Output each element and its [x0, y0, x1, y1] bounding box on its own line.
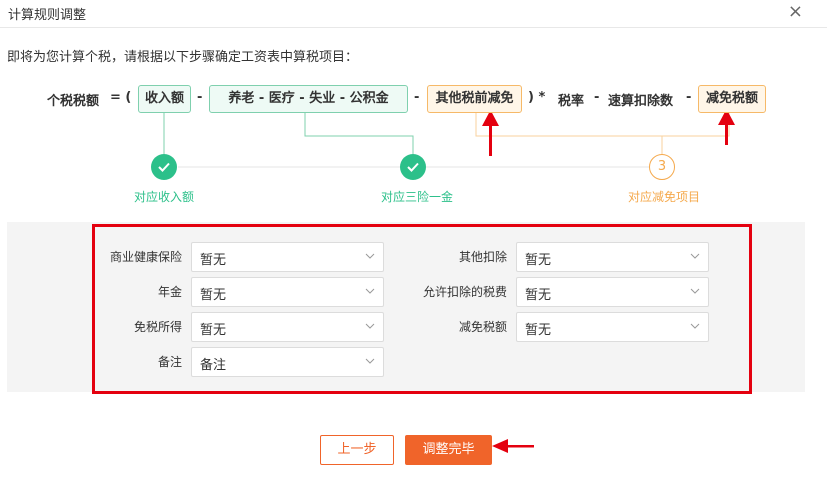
step-2-label: 对应三险一金: [381, 190, 454, 204]
step-1-label: 对应收入额: [134, 190, 195, 204]
connector-insurance: [304, 112, 414, 154]
formula-close-paren: ) *: [528, 90, 546, 105]
connector-exemption: [475, 112, 730, 137]
step-1-circle: [151, 154, 177, 180]
formula-minus-2: -: [414, 90, 420, 105]
finish-adjust-button[interactable]: 调整完毕: [405, 435, 492, 465]
step-3-label: 对应减免项目: [628, 190, 701, 204]
annotation-arrow-1: [482, 110, 499, 156]
tax-formula: 个税税额 = ( 收入额 - 养老 - 医疗 - 失业 - 公积金 - 其他税前…: [0, 83, 827, 115]
formula-other-deduction-box: 其他税前减免: [427, 85, 522, 113]
calc-rule-dialog: 计算规则调整 × 即将为您计算个税，请根据以下步骤确定工资表中算税项目： 个税税…: [0, 0, 827, 489]
formula-income-box: 收入额: [138, 85, 191, 113]
formula-lhs: 个税税额: [47, 94, 100, 109]
formula-quick-deduction: 速算扣除数: [608, 94, 674, 109]
formula-exemption-box: 减免税额: [698, 85, 766, 113]
formula-equals: = (: [110, 90, 132, 105]
annotation-highlight-frame: [92, 224, 752, 394]
formula-rate: 税率: [558, 94, 585, 109]
annotation-arrow-3: [492, 439, 534, 453]
check-icon: [158, 162, 170, 172]
formula-minus-1: -: [197, 90, 203, 105]
step-3-circle: 3: [649, 154, 675, 180]
check-icon: [407, 162, 419, 172]
formula-minus-4: -: [686, 90, 692, 105]
step-2-circle: [400, 154, 426, 180]
formula-minus-3: -: [594, 90, 600, 105]
formula-insurance-box: 养老 - 医疗 - 失业 - 公积金: [209, 85, 408, 113]
prev-step-button[interactable]: 上一步: [320, 435, 394, 465]
